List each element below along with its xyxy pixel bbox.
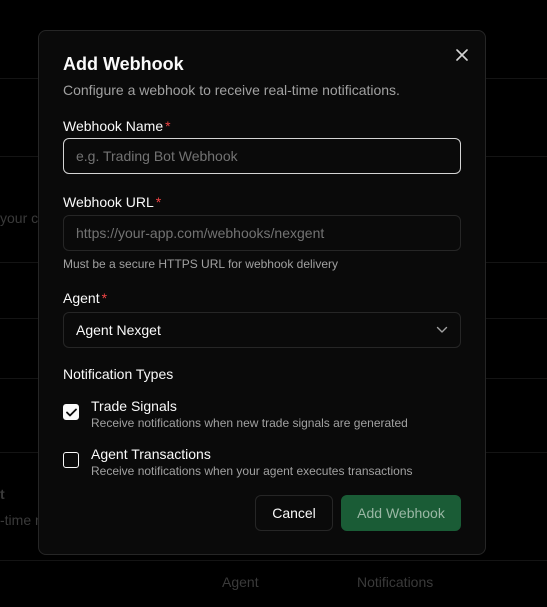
webhook-name-label: Webhook Name * — [63, 118, 171, 134]
dialog-subtitle: Configure a webhook to receive real-time… — [63, 82, 400, 98]
webhook-url-label: Webhook URL * — [63, 194, 161, 210]
agent-transactions-option[interactable]: Agent Transactions Receive notifications… — [63, 445, 413, 479]
bg-divider — [0, 560, 547, 561]
close-icon — [456, 49, 468, 61]
chevron-down-icon — [436, 326, 448, 333]
agent-select[interactable]: Agent Nexget — [63, 312, 461, 348]
required-mark: * — [101, 290, 108, 306]
agent-transactions-description: Receive notifications when your agent ex… — [91, 464, 413, 478]
trade-signals-option[interactable]: Trade Signals Receive notifications when… — [63, 397, 408, 431]
required-mark: * — [165, 118, 171, 134]
trade-signals-description: Receive notifications when new trade sig… — [91, 416, 408, 430]
cancel-button[interactable]: Cancel — [255, 495, 333, 531]
check-icon — [65, 408, 77, 416]
webhook-url-help: Must be a secure HTTPS URL for webhook d… — [63, 257, 338, 271]
webhook-name-input[interactable] — [63, 138, 461, 174]
agent-transactions-checkbox[interactable] — [63, 452, 79, 468]
required-mark: * — [155, 194, 162, 210]
add-webhook-dialog: Add Webhook Configure a webhook to recei… — [38, 30, 486, 555]
webhook-url-label-text: Webhook URL — [63, 194, 154, 210]
bg-description: your c — [0, 210, 39, 226]
trade-signals-label: Trade Signals — [91, 398, 177, 414]
webhook-name-label-text: Webhook Name — [63, 118, 164, 134]
bg-column-agent: Agent — [222, 574, 259, 590]
webhook-url-input[interactable] — [63, 215, 461, 251]
agent-select-value: Agent Nexget — [76, 322, 161, 338]
trade-signals-checkbox[interactable] — [63, 404, 79, 420]
bg-description: -time n — [0, 512, 43, 528]
agent-label-text: Agent — [63, 290, 100, 306]
dialog-title: Add Webhook — [63, 54, 184, 74]
agent-label: Agent * — [63, 290, 107, 306]
agent-transactions-label: Agent Transactions — [91, 446, 211, 462]
notification-types-title: Notification Types — [63, 366, 174, 382]
add-webhook-button[interactable]: Add Webhook — [341, 495, 461, 531]
close-button[interactable] — [453, 46, 471, 64]
bg-column-notifications: Notifications — [357, 574, 434, 590]
bg-heading: t — [0, 486, 5, 502]
